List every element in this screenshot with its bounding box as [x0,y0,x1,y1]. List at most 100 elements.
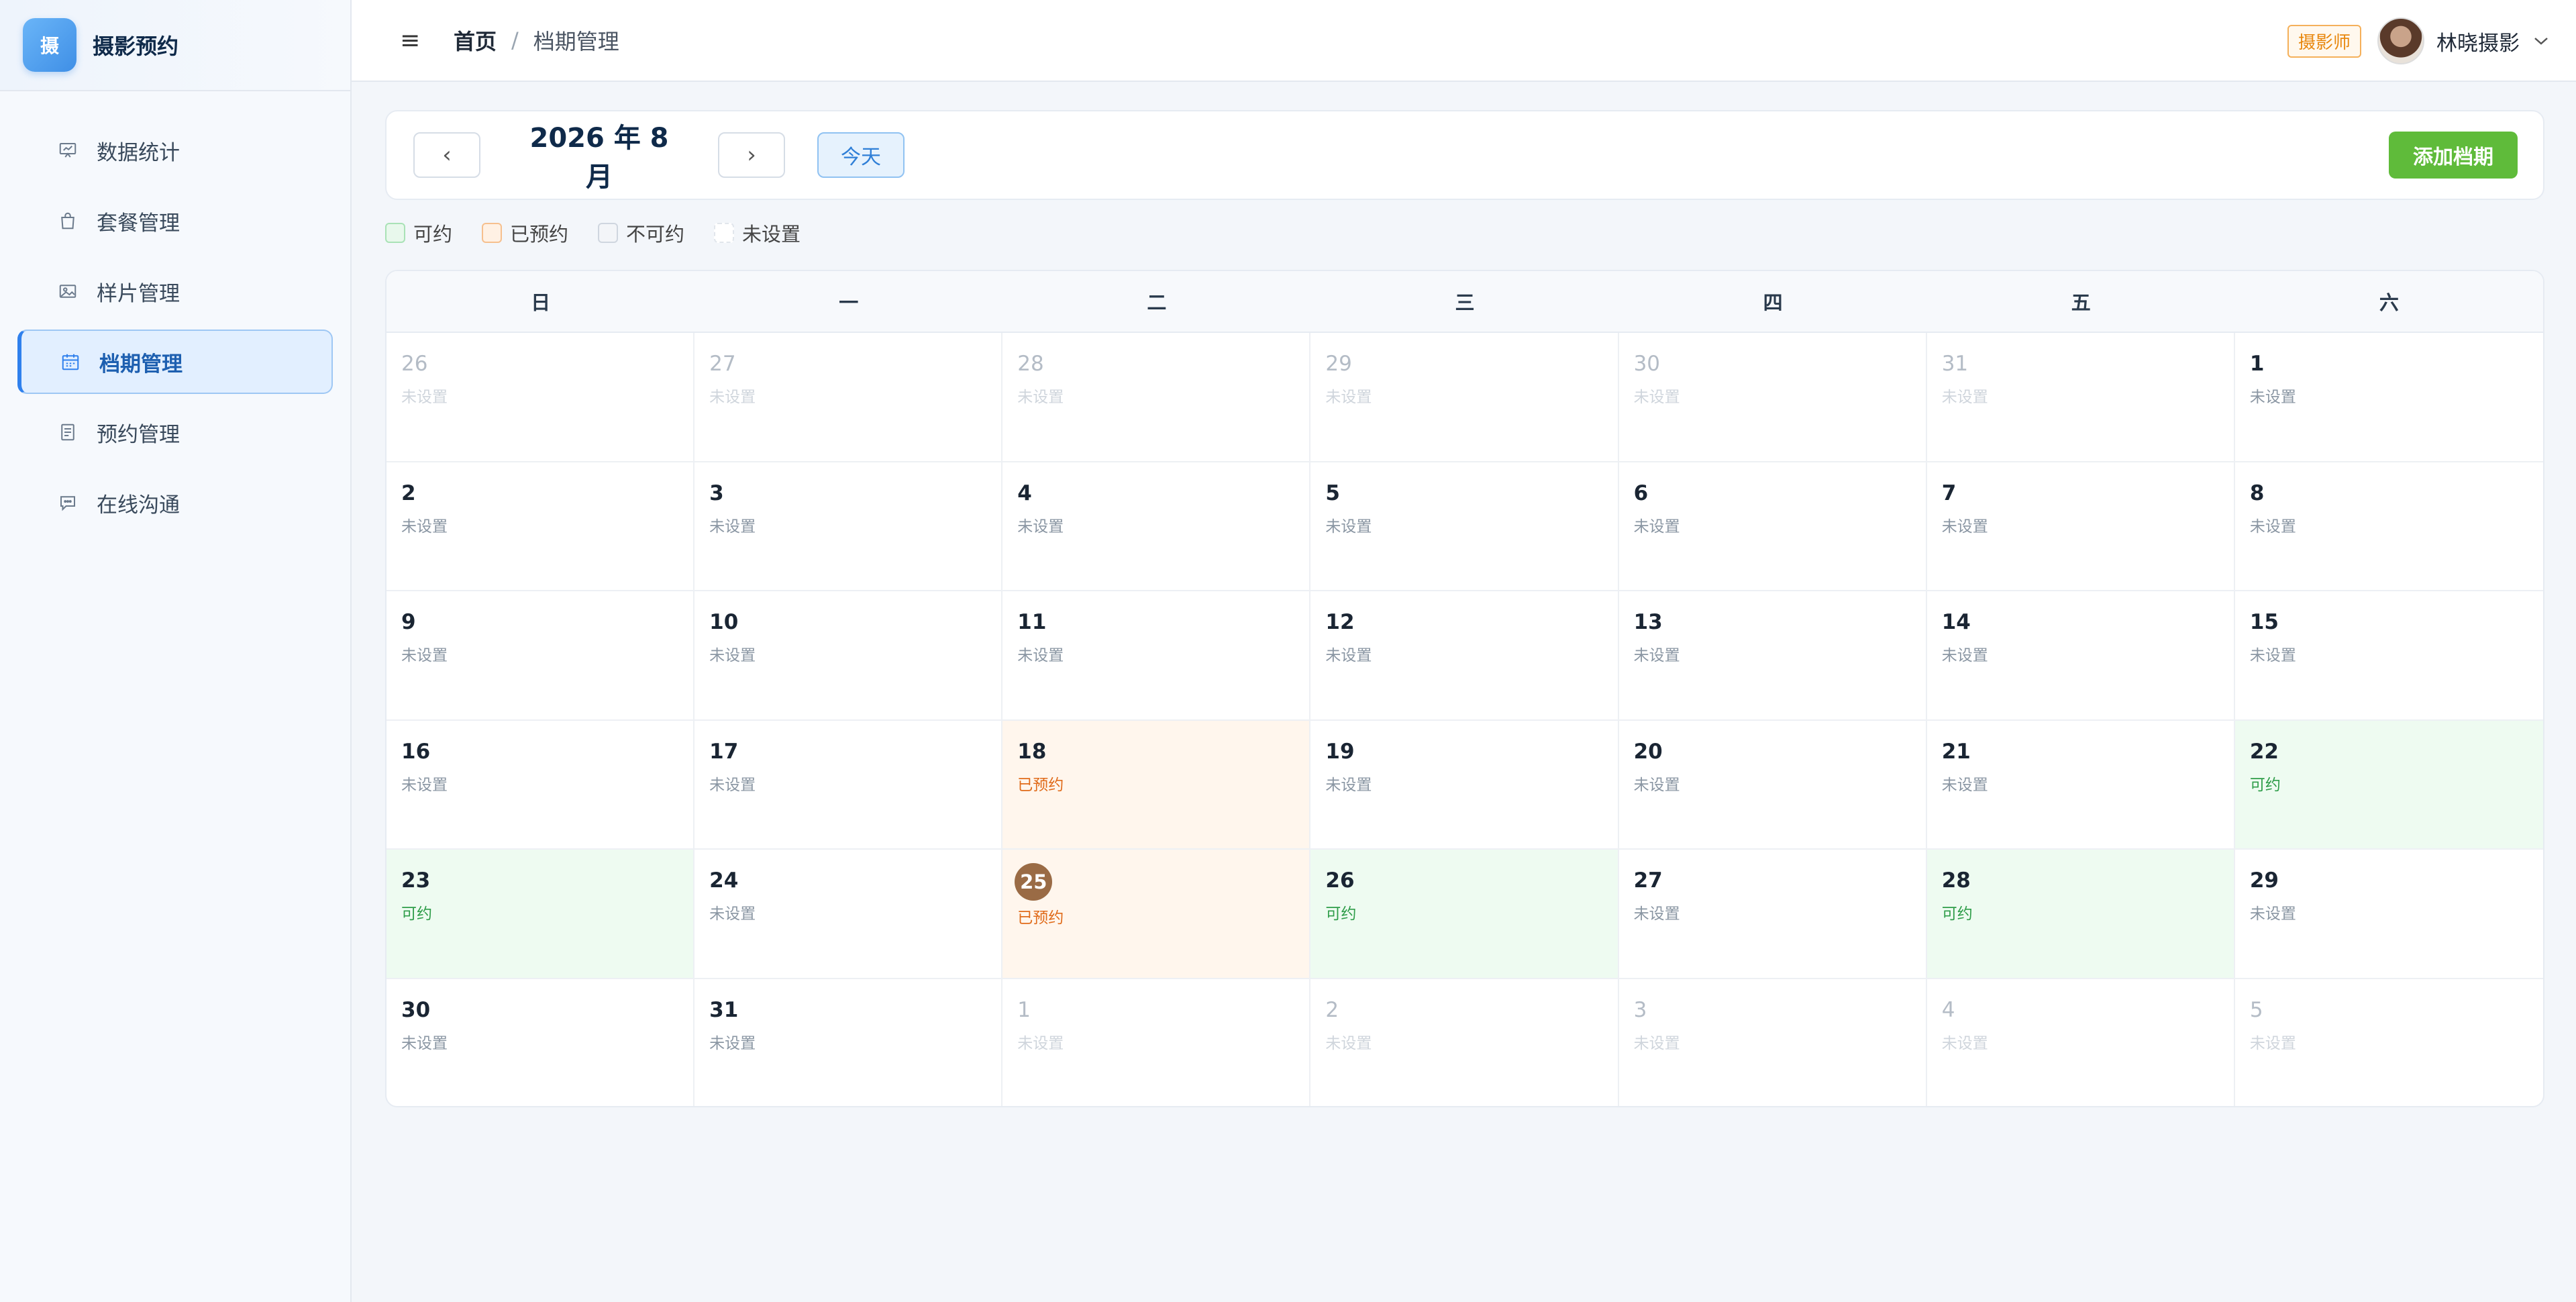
sidebar-item-chat[interactable]: 在线沟通 [17,470,333,535]
day-status: 未设置 [401,517,448,536]
calendar-day[interactable]: 3 未设置 [1619,979,1927,1106]
legend-label: 已预约 [510,223,569,246]
calendar-day[interactable]: 16 未设置 [387,720,695,850]
chart-board-icon [56,139,79,162]
day-number: 18 [1017,739,1047,764]
calendar-day[interactable]: 2 未设置 [387,462,695,592]
day-number: 5 [2249,997,2263,1022]
calendar-day[interactable]: 8 未设置 [2234,462,2543,592]
day-status: 未设置 [709,517,756,536]
calendar-day[interactable]: 26 未设置 [387,333,695,462]
day-status: 已预约 [1017,776,1064,794]
sidebar-item-statistics[interactable]: 数据统计 [17,118,333,183]
calendar-day[interactable]: 2 未设置 [1310,979,1619,1106]
calendar-day[interactable]: 31 未设置 [1926,333,2235,462]
calendar-day[interactable]: 3 未设置 [694,462,1003,592]
calendar-day[interactable]: 10 未设置 [694,591,1003,721]
legend-label: 可约 [413,223,453,246]
calendar-day[interactable]: 9 未设置 [387,591,695,721]
calendar-day[interactable]: 1 未设置 [1002,979,1311,1106]
calendar-day[interactable]: 15 未设置 [2234,591,2543,721]
calendar-day[interactable]: 29 未设置 [2234,850,2543,979]
day-status: 未设置 [1325,776,1372,794]
menu-toggle-icon[interactable]: ≡ [400,27,427,54]
day-number: 27 [1633,868,1663,893]
breadcrumb-home[interactable]: 首页 [454,25,497,56]
calendar-day[interactable]: 22 可约 [2234,720,2543,850]
calendar-day[interactable]: 17 未设置 [694,720,1003,850]
document-list-icon [56,421,79,444]
calendar-day[interactable]: 18 已预约 [1002,720,1311,850]
sidebar-item-label: 在线沟通 [97,493,180,517]
day-status: 未设置 [2249,389,2296,406]
day-number: 29 [2249,868,2279,893]
day-status: 未设置 [709,647,756,665]
month-title: 2026 年 8 月 [529,123,669,193]
avatar[interactable] [2377,17,2424,64]
day-status: 未设置 [1017,517,1064,536]
day-number: 6 [1633,481,1649,505]
calendar-day[interactable]: 27 未设置 [1618,850,1927,979]
calendar-day[interactable]: 26 可约 [1310,850,1619,979]
breadcrumb-current: 档期管理 [533,29,619,54]
legend-item: 未设置 [714,219,801,247]
legend-swatch [385,223,405,243]
legend-swatch [482,223,503,243]
legend-label: 未设置 [742,223,801,246]
calendar-day[interactable]: 27 未设置 [694,333,1003,462]
calendar-day[interactable]: 31 未设置 [694,979,1003,1106]
user-name[interactable]: 林晓摄影 [2436,26,2520,56]
calendar-day[interactable]: 6 未设置 [1618,462,1927,592]
calendar-day[interactable]: 13 未设置 [1618,591,1927,721]
calendar-day[interactable]: 4 未设置 [1002,462,1311,592]
day-status: 未设置 [1941,517,1988,536]
sidebar-item-label: 数据统计 [97,140,180,165]
sidebar-item-schedule[interactable]: 档期管理 [17,330,333,394]
day-number: 31 [709,997,739,1022]
prev-month-button[interactable]: ‹ [413,132,480,178]
sidebar-item-packages[interactable]: 套餐管理 [17,189,333,253]
calendar-day[interactable]: 11 未设置 [1002,591,1311,721]
calendar-day[interactable]: 21 未设置 [1926,720,2235,850]
sidebar: 摄 摄影预约 数据统计套餐管理 样片管理档期管理 预约管理在线沟通 [0,0,352,1302]
sidebar-item-bookings[interactable]: 预约管理 [17,400,333,464]
calendar-day[interactable]: 5 未设置 [1310,462,1619,592]
calendar-day[interactable]: 30 未设置 [387,979,695,1106]
day-number: 5 [1325,481,1340,505]
legend-swatch [714,223,735,243]
calendar-day[interactable]: 24 未设置 [694,850,1003,979]
today-button[interactable]: 今天 [817,132,905,178]
chevron-down-icon[interactable] [2533,31,2549,51]
chat-bubble-icon [56,491,79,514]
next-month-button[interactable]: › [718,132,785,178]
brand[interactable]: 摄 摄影预约 [0,0,350,91]
calendar-day[interactable]: 28 未设置 [1002,333,1311,462]
calendar-day[interactable]: 5 未设置 [2235,979,2543,1106]
calendar-day[interactable]: 23 可约 [387,850,695,979]
calendar-icon [59,350,82,373]
calendar-day[interactable]: 14 未设置 [1926,591,2235,721]
sidebar-item-samples[interactable]: 样片管理 [17,259,333,323]
day-number: 26 [1325,868,1355,893]
calendar-day[interactable]: 30 未设置 [1618,333,1927,462]
calendar-day[interactable]: 1 未设置 [2234,333,2543,462]
day-number: 8 [2249,481,2265,505]
weekday-label: 五 [2071,291,2091,314]
day-number: 15 [2249,610,2279,635]
calendar-day[interactable]: 4 未设置 [1927,979,2235,1106]
day-status: 未设置 [401,776,448,794]
calendar-day[interactable]: 29 未设置 [1310,333,1619,462]
weekday-label: 三 [1455,291,1475,314]
calendar-day-today[interactable]: 25 已预约 [1002,850,1311,979]
add-schedule-button[interactable]: 添加档期 [2389,132,2518,179]
calendar-day[interactable]: 20 未设置 [1618,720,1927,850]
day-status: 未设置 [709,1034,756,1052]
brand-name: 摄影预约 [93,34,179,59]
calendar-day[interactable]: 28 可约 [1926,850,2235,979]
calendar-day[interactable]: 7 未设置 [1926,462,2235,592]
day-status: 未设置 [1633,905,1680,923]
day-status: 可约 [401,905,432,923]
day-status: 未设置 [401,389,448,406]
calendar-day[interactable]: 12 未设置 [1310,591,1619,721]
calendar-day[interactable]: 19 未设置 [1310,720,1619,850]
